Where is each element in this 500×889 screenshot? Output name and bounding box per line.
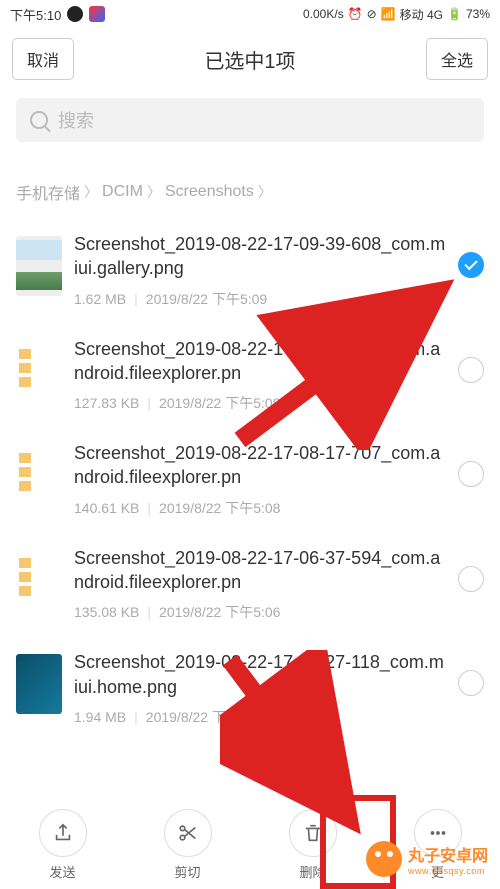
file-name: Screenshot_2019-08-22-17-08-22-421_com.a… xyxy=(74,337,446,386)
breadcrumb-part[interactable]: Screenshots xyxy=(165,183,254,201)
meta-separator: | xyxy=(147,604,151,620)
breadcrumb-part[interactable]: 手机存储 xyxy=(16,180,80,204)
chevron-right-icon: 〉 xyxy=(258,182,272,202)
delete-button[interactable]: 删除 xyxy=(278,809,348,881)
file-item[interactable]: Screenshot_2019-08-22-17-08-22-421_com.a… xyxy=(0,323,500,428)
qq-icon xyxy=(67,6,83,22)
page-title: 已选中1项 xyxy=(74,45,426,74)
file-date: 2019/8/22 下午5:09 xyxy=(146,289,267,309)
file-thumbnail xyxy=(16,341,62,401)
watermark-title: 丸子安卓网 xyxy=(408,842,488,866)
breadcrumb[interactable]: 手机存储 〉 DCIM 〉 Screenshots 〉 xyxy=(0,156,500,218)
file-checkbox[interactable] xyxy=(458,461,484,487)
scissors-icon xyxy=(177,822,199,844)
share-icon xyxy=(52,822,74,844)
search-placeholder: 搜索 xyxy=(58,107,94,133)
file-checkbox[interactable] xyxy=(458,670,484,696)
status-bar: 下午5:10 0.00K/s ⏰ ⊘ 📶 移动 4G 🔋 73% xyxy=(0,0,500,28)
chevron-right-icon: 〉 xyxy=(147,182,161,202)
action-label: 剪切 xyxy=(174,862,200,881)
sogou-icon xyxy=(89,6,105,22)
file-date: 2019/8/22 下午5:08 xyxy=(159,393,280,413)
file-size: 1.94 MB xyxy=(74,709,126,725)
action-label: 发送 xyxy=(49,862,75,881)
watermark: 丸子安卓网 www.wzsqsy.com xyxy=(366,841,488,877)
battery-percent: 73% xyxy=(466,7,490,21)
watermark-url: www.wzsqsy.com xyxy=(408,866,485,876)
action-label: 删除 xyxy=(299,862,325,881)
file-name: Screenshot_2019-08-22-17-08-17-707_com.a… xyxy=(74,441,446,490)
carrier: 移动 4G xyxy=(400,6,443,23)
select-all-button[interactable]: 全选 xyxy=(426,38,488,80)
net-speed: 0.00K/s xyxy=(303,7,344,21)
file-thumbnail xyxy=(16,445,62,505)
file-thumbnail xyxy=(16,550,62,610)
file-item[interactable]: Screenshot_2019-08-22-17-06-37-594_com.a… xyxy=(0,532,500,637)
meta-separator: | xyxy=(134,709,138,725)
meta-separator: | xyxy=(134,291,138,307)
file-thumbnail xyxy=(16,654,62,714)
search-input[interactable]: 搜索 xyxy=(16,98,484,142)
breadcrumb-part[interactable]: DCIM xyxy=(102,183,143,201)
meta-separator: | xyxy=(147,500,151,516)
status-time: 下午5:10 xyxy=(10,5,61,24)
file-checkbox[interactable] xyxy=(458,252,484,278)
file-list: Screenshot_2019-08-22-17-09-39-608_com.m… xyxy=(0,218,500,741)
file-size: 127.83 KB xyxy=(74,395,139,411)
file-size: 140.61 KB xyxy=(74,500,139,516)
signal-icon: 📶 xyxy=(381,7,396,21)
file-name: Screenshot_2019-08-22-17-06-37-594_com.a… xyxy=(74,546,446,595)
file-item[interactable]: Screenshot_2019-08-22-17-06-27-118_com.m… xyxy=(0,636,500,741)
watermark-logo-icon xyxy=(366,841,402,877)
file-date: 2019/8/22 下午5:06 xyxy=(146,707,267,727)
file-size: 1.62 MB xyxy=(74,291,126,307)
file-name: Screenshot_2019-08-22-17-06-27-118_com.m… xyxy=(74,650,446,699)
file-item[interactable]: Screenshot_2019-08-22-17-09-39-608_com.m… xyxy=(0,218,500,323)
file-thumbnail xyxy=(16,236,62,296)
header: 取消 已选中1项 全选 xyxy=(0,28,500,94)
file-date: 2019/8/22 下午5:06 xyxy=(159,602,280,622)
file-date: 2019/8/22 下午5:08 xyxy=(159,498,280,518)
cut-button[interactable]: 剪切 xyxy=(153,809,223,881)
battery-icon: 🔋 xyxy=(447,7,462,21)
trash-icon xyxy=(302,822,324,844)
dnd-icon: ⊘ xyxy=(367,7,377,21)
file-item[interactable]: Screenshot_2019-08-22-17-08-17-707_com.a… xyxy=(0,427,500,532)
file-name: Screenshot_2019-08-22-17-09-39-608_com.m… xyxy=(74,232,446,281)
alarm-icon: ⏰ xyxy=(348,7,363,21)
meta-separator: | xyxy=(147,395,151,411)
chevron-right-icon: 〉 xyxy=(84,182,98,202)
file-checkbox[interactable] xyxy=(458,566,484,592)
cancel-button[interactable]: 取消 xyxy=(12,38,74,80)
send-button[interactable]: 发送 xyxy=(28,809,98,881)
file-size: 135.08 KB xyxy=(74,604,139,620)
search-icon xyxy=(30,111,48,129)
file-checkbox[interactable] xyxy=(458,357,484,383)
